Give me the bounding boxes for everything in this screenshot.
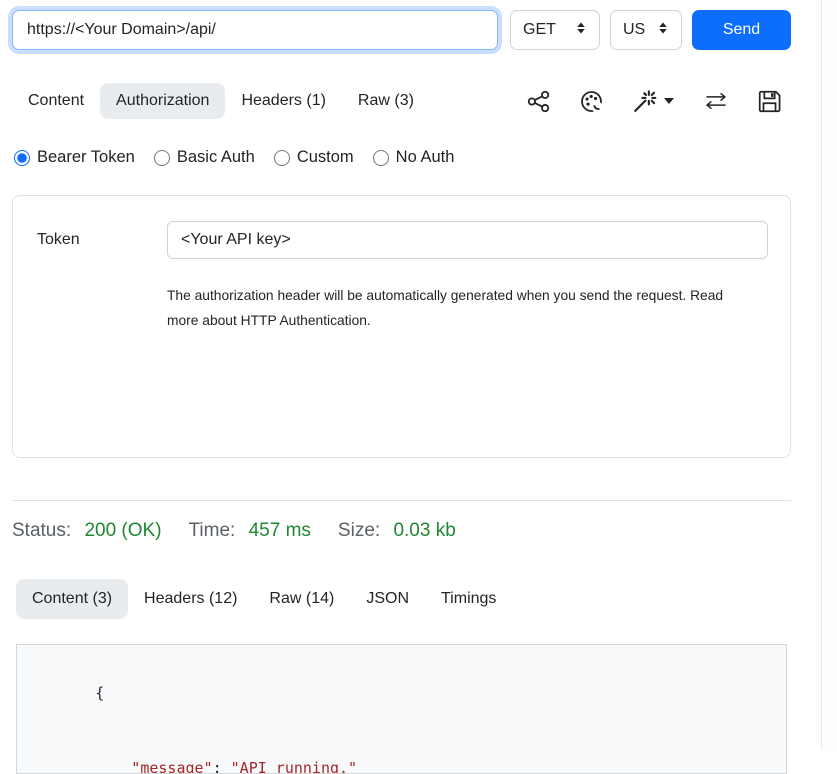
url-input[interactable] bbox=[12, 10, 498, 50]
status-group: Status: 200 (OK) bbox=[12, 520, 162, 542]
updown-arrows-icon bbox=[575, 21, 587, 40]
divider bbox=[12, 500, 791, 501]
time-label: Time: bbox=[189, 520, 236, 541]
size-value: 0.03 kb bbox=[393, 520, 455, 541]
token-row: Token bbox=[37, 221, 768, 259]
auth-option-label: Bearer Token bbox=[37, 148, 135, 167]
response-tab-raw[interactable]: Raw (14) bbox=[253, 579, 350, 619]
json-value: "API running." bbox=[231, 759, 357, 774]
response-tab-headers[interactable]: Headers (12) bbox=[128, 579, 253, 619]
magic-wand-dropdown-icon[interactable] bbox=[633, 90, 674, 113]
palette-icon[interactable] bbox=[580, 90, 603, 113]
radio-bearer-token[interactable] bbox=[14, 150, 30, 166]
json-separator: : bbox=[213, 759, 231, 774]
status-value: 200 (OK) bbox=[84, 520, 161, 541]
token-label: Token bbox=[37, 231, 167, 249]
tab-raw[interactable]: Raw (3) bbox=[342, 83, 430, 119]
request-bar: GET US Send bbox=[12, 10, 791, 50]
time-group: Time: 457 ms bbox=[189, 520, 311, 542]
request-toolbar bbox=[527, 90, 791, 113]
response-tab-json[interactable]: JSON bbox=[350, 579, 425, 619]
save-icon[interactable] bbox=[758, 90, 781, 113]
radio-basic-auth[interactable] bbox=[154, 150, 170, 166]
vertical-scrollbar[interactable] bbox=[821, 0, 837, 750]
response-body-viewer: { "message": "API running." } bbox=[16, 644, 787, 774]
code-line: { bbox=[41, 656, 766, 731]
api-client-panel: GET US Send Content Authorization Header… bbox=[0, 0, 821, 750]
json-open-brace: { bbox=[95, 684, 104, 702]
status-label: Status: bbox=[12, 520, 71, 541]
auth-option-label: No Auth bbox=[396, 148, 455, 167]
size-group: Size: 0.03 kb bbox=[338, 520, 456, 542]
radio-no-auth[interactable] bbox=[373, 150, 389, 166]
region-select[interactable]: US bbox=[610, 10, 682, 50]
tab-authorization[interactable]: Authorization bbox=[100, 83, 225, 119]
http-method-select[interactable]: GET bbox=[510, 10, 600, 50]
auth-help-text: The authorization header will be automat… bbox=[167, 283, 753, 333]
tab-headers[interactable]: Headers (1) bbox=[225, 83, 341, 119]
response-status-bar: Status: 200 (OK) Time: 457 ms Size: 0.03… bbox=[12, 520, 791, 542]
code-line: "message": "API running." bbox=[41, 731, 766, 774]
time-value: 457 ms bbox=[249, 520, 311, 541]
send-button[interactable]: Send bbox=[692, 10, 791, 50]
updown-arrows-icon bbox=[657, 21, 669, 40]
http-method-value: GET bbox=[523, 21, 556, 39]
response-tab-timings[interactable]: Timings bbox=[425, 579, 512, 619]
response-tab-content[interactable]: Content (3) bbox=[16, 579, 128, 619]
auth-option-custom[interactable]: Custom bbox=[272, 148, 354, 167]
auth-option-basic-auth[interactable]: Basic Auth bbox=[152, 148, 255, 167]
json-key: "message" bbox=[131, 759, 212, 774]
size-label: Size: bbox=[338, 520, 380, 541]
chevron-down-icon bbox=[664, 98, 674, 104]
token-input[interactable] bbox=[167, 221, 768, 259]
request-tabs: Content Authorization Headers (1) Raw (3… bbox=[12, 83, 791, 119]
share-icon[interactable] bbox=[527, 90, 550, 113]
auth-option-no-auth[interactable]: No Auth bbox=[371, 148, 455, 167]
response-tabs: Content (3) Headers (12) Raw (14) JSON T… bbox=[16, 579, 791, 619]
region-value: US bbox=[623, 21, 645, 39]
radio-custom[interactable] bbox=[274, 150, 290, 166]
swap-arrows-icon[interactable] bbox=[704, 92, 728, 110]
auth-panel-card: Token The authorization header will be a… bbox=[12, 195, 791, 458]
auth-option-bearer-token[interactable]: Bearer Token bbox=[12, 148, 135, 167]
auth-option-label: Custom bbox=[297, 148, 354, 167]
tab-content[interactable]: Content bbox=[12, 83, 100, 119]
auth-type-options: Bearer Token Basic Auth Custom No Auth bbox=[12, 148, 791, 167]
auth-option-label: Basic Auth bbox=[177, 148, 255, 167]
